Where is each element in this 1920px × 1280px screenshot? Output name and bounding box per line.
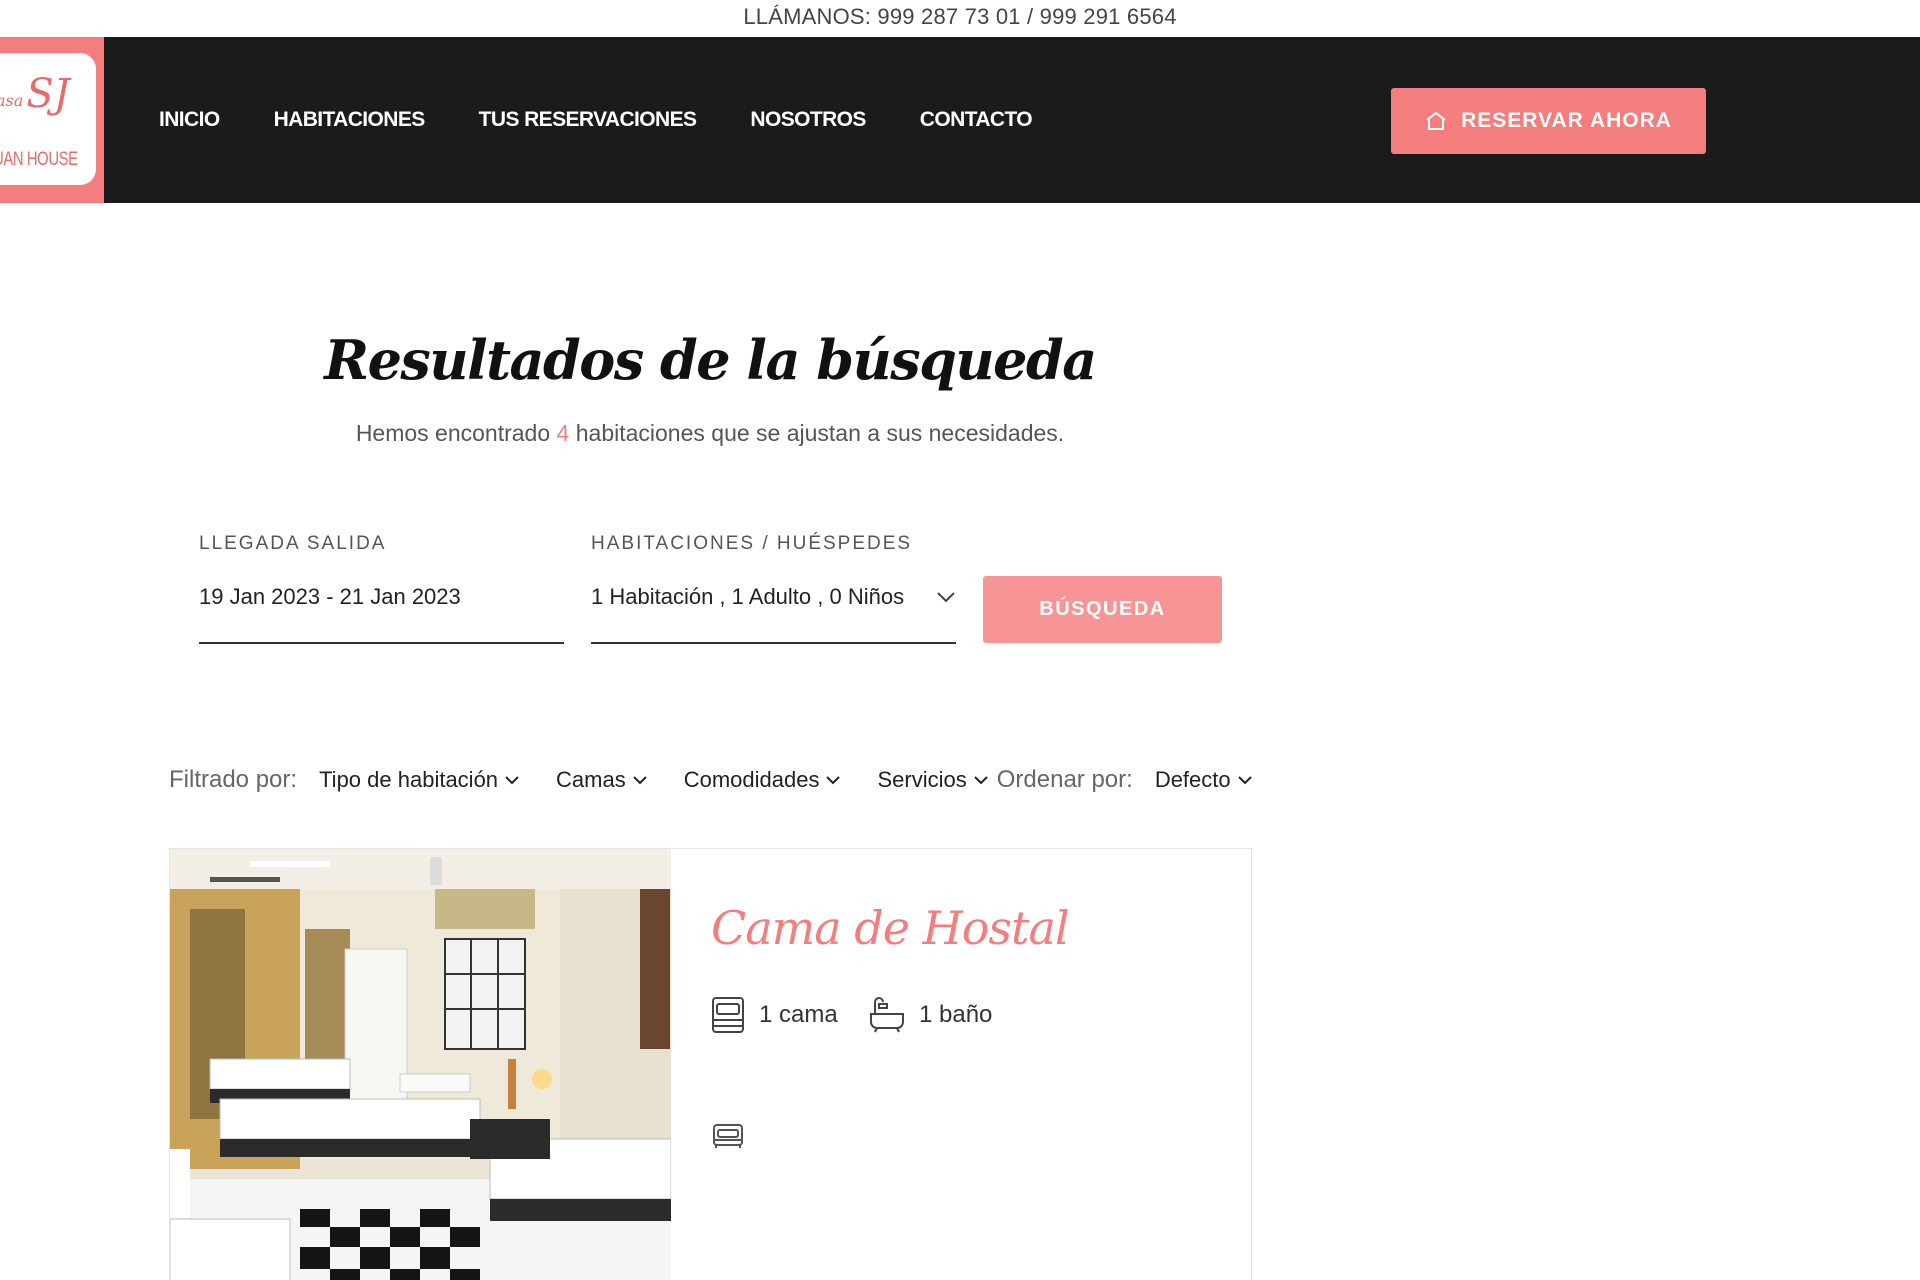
home-icon (1425, 111, 1447, 131)
filter-services-label: Servicios (877, 767, 967, 792)
nav-item-nosotros[interactable]: NOSOTROS (750, 108, 866, 132)
filter-room-type-label: Tipo de habitación (319, 767, 499, 792)
dates-field[interactable]: 19 Jan 2023 - 21 Jan 2023 (199, 574, 564, 644)
guests-select[interactable]: 1 Habitación , 1 Adulto , 0 Niños (591, 574, 956, 644)
sort-label: Ordenar por: (996, 766, 1133, 793)
chevron-down-icon (505, 776, 519, 785)
room-photo[interactable] (170, 849, 671, 1280)
main-nav: INICIO HABITACIONES TUS RESERVACIONES NO… (159, 37, 1086, 203)
filter-beds[interactable]: Camas (556, 767, 648, 793)
dates-label: LLEGADA SALIDA (199, 533, 387, 554)
chevron-down-icon (1237, 776, 1252, 785)
book-now-button[interactable]: RESERVAR AHORA (1391, 88, 1706, 154)
bathtub-icon (870, 997, 904, 1033)
baths-feature: 1 baño (869, 996, 992, 1034)
amenity-icon-row (712, 1123, 744, 1154)
sort-value: Defecto (1154, 767, 1231, 792)
bed-icon (712, 997, 744, 1033)
nav-item-contacto[interactable]: CONTACTO (920, 108, 1033, 132)
filter-beds-label: Camas (556, 767, 626, 792)
filter-label: Filtrado por: (169, 766, 298, 793)
logo-name: JUAN HOUSE (0, 149, 78, 170)
room-photo-illustration (170, 849, 671, 1280)
sort-select[interactable]: Defecto (1155, 767, 1253, 793)
chevron-down-icon (937, 592, 955, 603)
filter-room-type[interactable]: Tipo de habitación (319, 767, 520, 793)
filter-amenities-label: Comodidades (683, 767, 820, 792)
guests-label: HABITACIONES / HUÉSPEDES (591, 533, 913, 554)
dates-value: 19 Jan 2023 - 21 Jan 2023 (199, 584, 461, 609)
logo-badge: asa SJ JUAN HOUSE (0, 53, 96, 185)
nav-item-habitaciones[interactable]: HABITACIONES (274, 108, 426, 132)
room-name[interactable]: Cama de Hostal (711, 901, 1070, 955)
chevron-down-icon (633, 776, 647, 785)
search-button[interactable]: BÚSQUEDA (983, 576, 1222, 643)
filter-services[interactable]: Servicios (877, 767, 988, 793)
subtitle-suffix: habitaciones que se ajustan a sus necesi… (569, 420, 1065, 446)
baths-label: 1 baño (919, 1001, 993, 1028)
phone-text: LLÁMANOS: 999 287 73 01 / 999 291 6564 (743, 4, 1177, 29)
beds-label: 1 cama (759, 1001, 838, 1028)
site-header: asa SJ JUAN HOUSE INICIO HABITACIONES TU… (0, 37, 1920, 203)
logo-monogram: SJ (26, 71, 70, 117)
logo[interactable]: asa SJ JUAN HOUSE (0, 37, 104, 203)
chevron-down-icon (974, 776, 988, 785)
beds-feature: 1 cama (711, 996, 838, 1034)
chevron-down-icon (826, 776, 841, 785)
filter-bar: Filtrado por: Tipo de habitación Camas C… (169, 766, 1289, 794)
room-card: Cama de Hostal 1 cama 1 baño (169, 848, 1252, 1280)
guests-value: 1 Habitación , 1 Adulto , 0 Niños (591, 584, 905, 609)
book-now-label: RESERVAR AHORA (1461, 109, 1672, 132)
top-bar: LLÁMANOS: 999 287 73 01 / 999 291 6564 (0, 0, 1920, 37)
results-count: 4 (556, 420, 570, 446)
nav-item-reservaciones[interactable]: TUS RESERVACIONES (479, 108, 697, 132)
subtitle-prefix: Hemos encontrado (355, 420, 557, 446)
results-subtitle: Hemos encontrado 4 habitaciones que se a… (0, 420, 1420, 447)
bed-outline-icon (713, 1124, 743, 1148)
filter-amenities[interactable]: Comodidades (684, 767, 842, 793)
page-title: Resultados de la búsqueda (324, 328, 1097, 392)
nav-item-inicio[interactable]: INICIO (159, 108, 220, 132)
